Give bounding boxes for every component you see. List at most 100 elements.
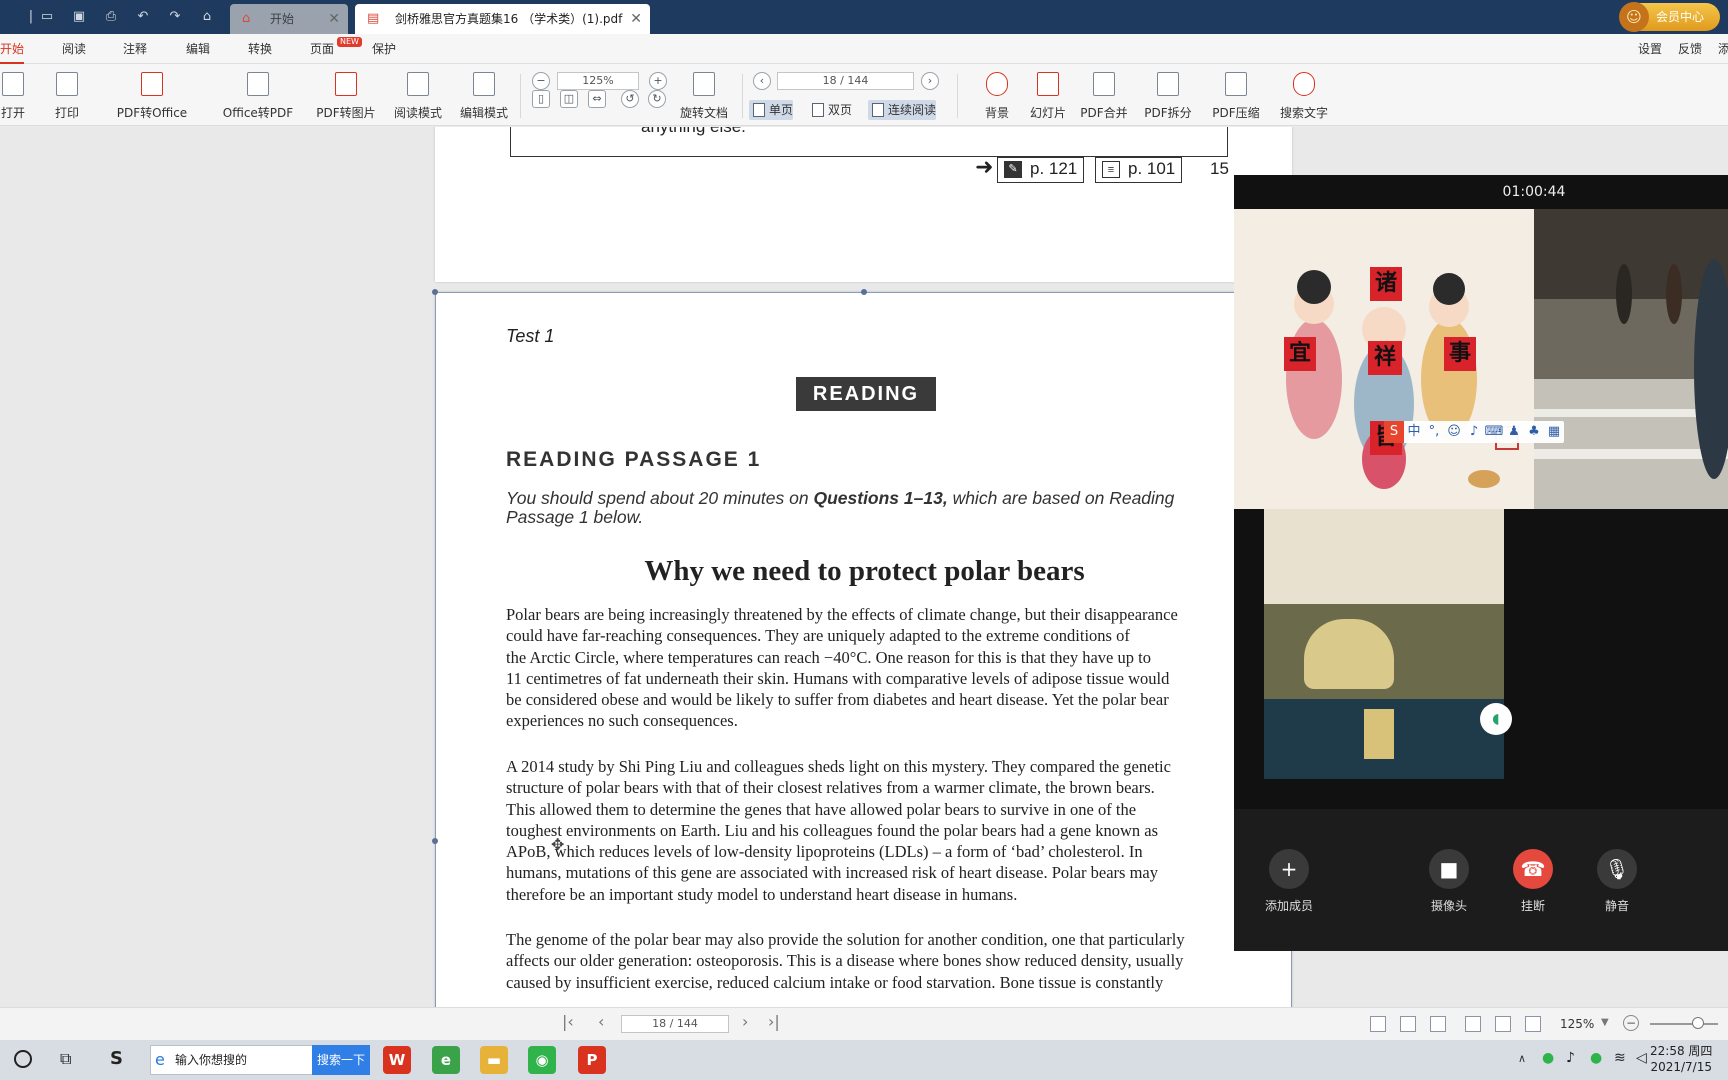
print-button[interactable]: 打印 (50, 64, 84, 126)
tray-app-icon[interactable]: ● (1542, 1050, 1554, 1066)
member-center-button[interactable]: ☺ 会员中心 (1619, 2, 1720, 32)
close-icon[interactable]: ✕ (328, 4, 340, 34)
zoom-slider-handle[interactable] (1692, 1017, 1704, 1029)
menu-convert[interactable]: 转换 (248, 34, 272, 64)
next-page-icon[interactable]: › (742, 1012, 748, 1031)
slideshow-button[interactable]: 幻灯片 (1028, 64, 1068, 126)
file-explorer-icon[interactable]: ▬ (480, 1046, 508, 1074)
fit-page-icon[interactable]: ◫ (560, 90, 578, 108)
previous-page-icon[interactable]: ‹ (753, 72, 771, 90)
video-call-window[interactable]: 01:00:44 诸 宜 祥 事 皆 (1234, 175, 1728, 951)
task-view-icon[interactable]: ⧉ (60, 1049, 71, 1069)
green-app-icon[interactable]: e (432, 1046, 460, 1074)
new-badge: NEW (337, 37, 362, 47)
zoom-select[interactable]: 125% (557, 72, 639, 90)
selection-handle[interactable] (432, 289, 438, 295)
security-icon[interactable]: ● (1590, 1050, 1602, 1066)
fit-width-icon[interactable] (1430, 1016, 1446, 1032)
pencil-icon: ✎ (1004, 161, 1022, 178)
first-page-icon[interactable]: |‹ (562, 1012, 574, 1031)
zoom-out-icon[interactable]: − (532, 72, 550, 90)
previous-page-icon[interactable]: ‹ (598, 1012, 604, 1031)
slideshow-label: 幻灯片 (1029, 106, 1066, 120)
pdf-to-office-button[interactable]: PDF转Office (108, 64, 196, 126)
add-member-button[interactable]: + 添加成员 (1249, 849, 1329, 914)
undo-icon[interactable]: ↶ (134, 8, 152, 26)
page-number-field[interactable]: 18 / 144 (777, 72, 914, 90)
edit-document-icon (473, 72, 495, 96)
taskbar-search-button[interactable]: 搜索一下 (312, 1045, 370, 1075)
edit-mode-button[interactable]: 编辑模式 (456, 64, 512, 126)
menu-read[interactable]: 阅读 (62, 34, 86, 64)
search-icon (1293, 72, 1315, 96)
wifi-icon[interactable]: ≋ (1614, 1050, 1626, 1066)
menu-edit[interactable]: 编辑 (186, 34, 210, 64)
single-view-icon[interactable] (1495, 1016, 1511, 1032)
fit-width-icon[interactable]: ⇔ (588, 90, 606, 108)
tab-document[interactable]: ▤ 剑桥雅思官方真题集16 （学术类）(1).pdf ✕ (355, 4, 650, 34)
fit-page-icon[interactable] (1400, 1016, 1416, 1032)
pdf-split-button[interactable]: PDF拆分 (1142, 64, 1194, 126)
double-page-button[interactable]: 双页 (808, 100, 852, 120)
menu-feedback[interactable]: 反馈 (1678, 34, 1702, 64)
office-to-pdf-button[interactable]: Office转PDF (214, 64, 302, 126)
actual-size-icon[interactable]: ▯ (532, 90, 550, 108)
wps-icon[interactable]: W (383, 1046, 411, 1074)
single-page-button[interactable]: 单页 (749, 100, 794, 120)
selection-handle[interactable] (432, 838, 438, 844)
system-clock[interactable]: 22:58 周四 2021/7/15 (1650, 1043, 1712, 1075)
camera-icon: ■ (1429, 849, 1469, 889)
menu-start[interactable]: 开始 (0, 34, 25, 64)
menu-settings[interactable]: 设置 (1638, 34, 1662, 64)
wechat-icon[interactable]: ◉ (528, 1046, 556, 1074)
menu-protect[interactable]: 保护 (372, 34, 396, 64)
rotate-right-icon[interactable]: ↻ (648, 90, 666, 108)
zoom-slider[interactable] (1650, 1023, 1718, 1025)
home-icon[interactable]: ⌂ (198, 8, 216, 26)
close-icon[interactable]: ✕ (630, 4, 642, 34)
selection-handle[interactable] (861, 289, 867, 295)
actual-size-icon[interactable] (1370, 1016, 1386, 1032)
tab-home[interactable]: ⌂ 开始 ✕ (230, 4, 348, 34)
user-icon: ♟ (1508, 424, 1520, 439)
mute-button[interactable]: 🎙 静音 (1577, 849, 1657, 914)
menu-annotate[interactable]: 注释 (123, 34, 147, 64)
volume-icon[interactable]: ◁ (1636, 1050, 1647, 1066)
menu-extra[interactable]: 添 (1718, 34, 1728, 64)
status-page-field[interactable]: 18 / 144 (621, 1015, 729, 1033)
open-folder-icon[interactable]: ▭ (38, 8, 56, 26)
pdf-reader-icon[interactable]: P (578, 1046, 606, 1074)
cortana-icon[interactable] (14, 1050, 32, 1068)
separator (520, 74, 521, 118)
rotate-document-button[interactable]: 旋转文档 (676, 64, 732, 126)
pdf-compress-button[interactable]: PDF压缩 (1210, 64, 1262, 126)
menu-page[interactable]: 页面 (310, 34, 334, 64)
pdf-to-image-button[interactable]: PDF转图片 (314, 64, 378, 126)
save-icon[interactable]: ▣ (70, 8, 88, 26)
double-view-icon[interactable] (1525, 1016, 1541, 1032)
ribbon-toolbar: 打开 打印 PDF转Office Office转PDF PDF转图片 阅读模式 … (0, 64, 1728, 126)
microphone-icon[interactable]: ♪ (1566, 1050, 1575, 1066)
background-button[interactable]: 背景 (974, 64, 1020, 126)
pdf-merge-button[interactable]: PDF合并 (1078, 64, 1130, 126)
redo-icon[interactable]: ↷ (166, 8, 184, 26)
app-s-icon[interactable]: S (110, 1048, 123, 1069)
next-page-icon[interactable]: › (921, 72, 939, 90)
camera-button[interactable]: ■ 摄像头 (1409, 849, 1489, 914)
open-button[interactable]: 打开 (0, 64, 26, 126)
continuous-view-icon[interactable] (1465, 1016, 1481, 1032)
last-page-icon[interactable]: ›| (768, 1012, 780, 1031)
search-text-button[interactable]: 搜索文字 (1278, 64, 1330, 126)
zoom-out-icon[interactable]: − (1623, 1015, 1639, 1031)
status-zoom-select[interactable]: 125% (1560, 1017, 1594, 1031)
print-icon[interactable]: ⎙ (102, 8, 120, 26)
paragraph: Polar bears are being increasingly threa… (506, 605, 1178, 731)
continuous-reading-button[interactable]: 连续阅读 (868, 100, 937, 120)
participant-video-art: 诸 宜 祥 事 皆 (1234, 209, 1534, 509)
rotate-left-icon[interactable]: ↺ (621, 90, 639, 108)
zoom-in-icon[interactable]: + (649, 72, 667, 90)
pdf-to-office-icon (141, 72, 163, 96)
hang-up-button[interactable]: ☎ 挂断 (1493, 849, 1573, 914)
reading-mode-button[interactable]: 阅读模式 (390, 64, 446, 126)
chevron-up-icon[interactable]: ∧ (1518, 1052, 1526, 1065)
